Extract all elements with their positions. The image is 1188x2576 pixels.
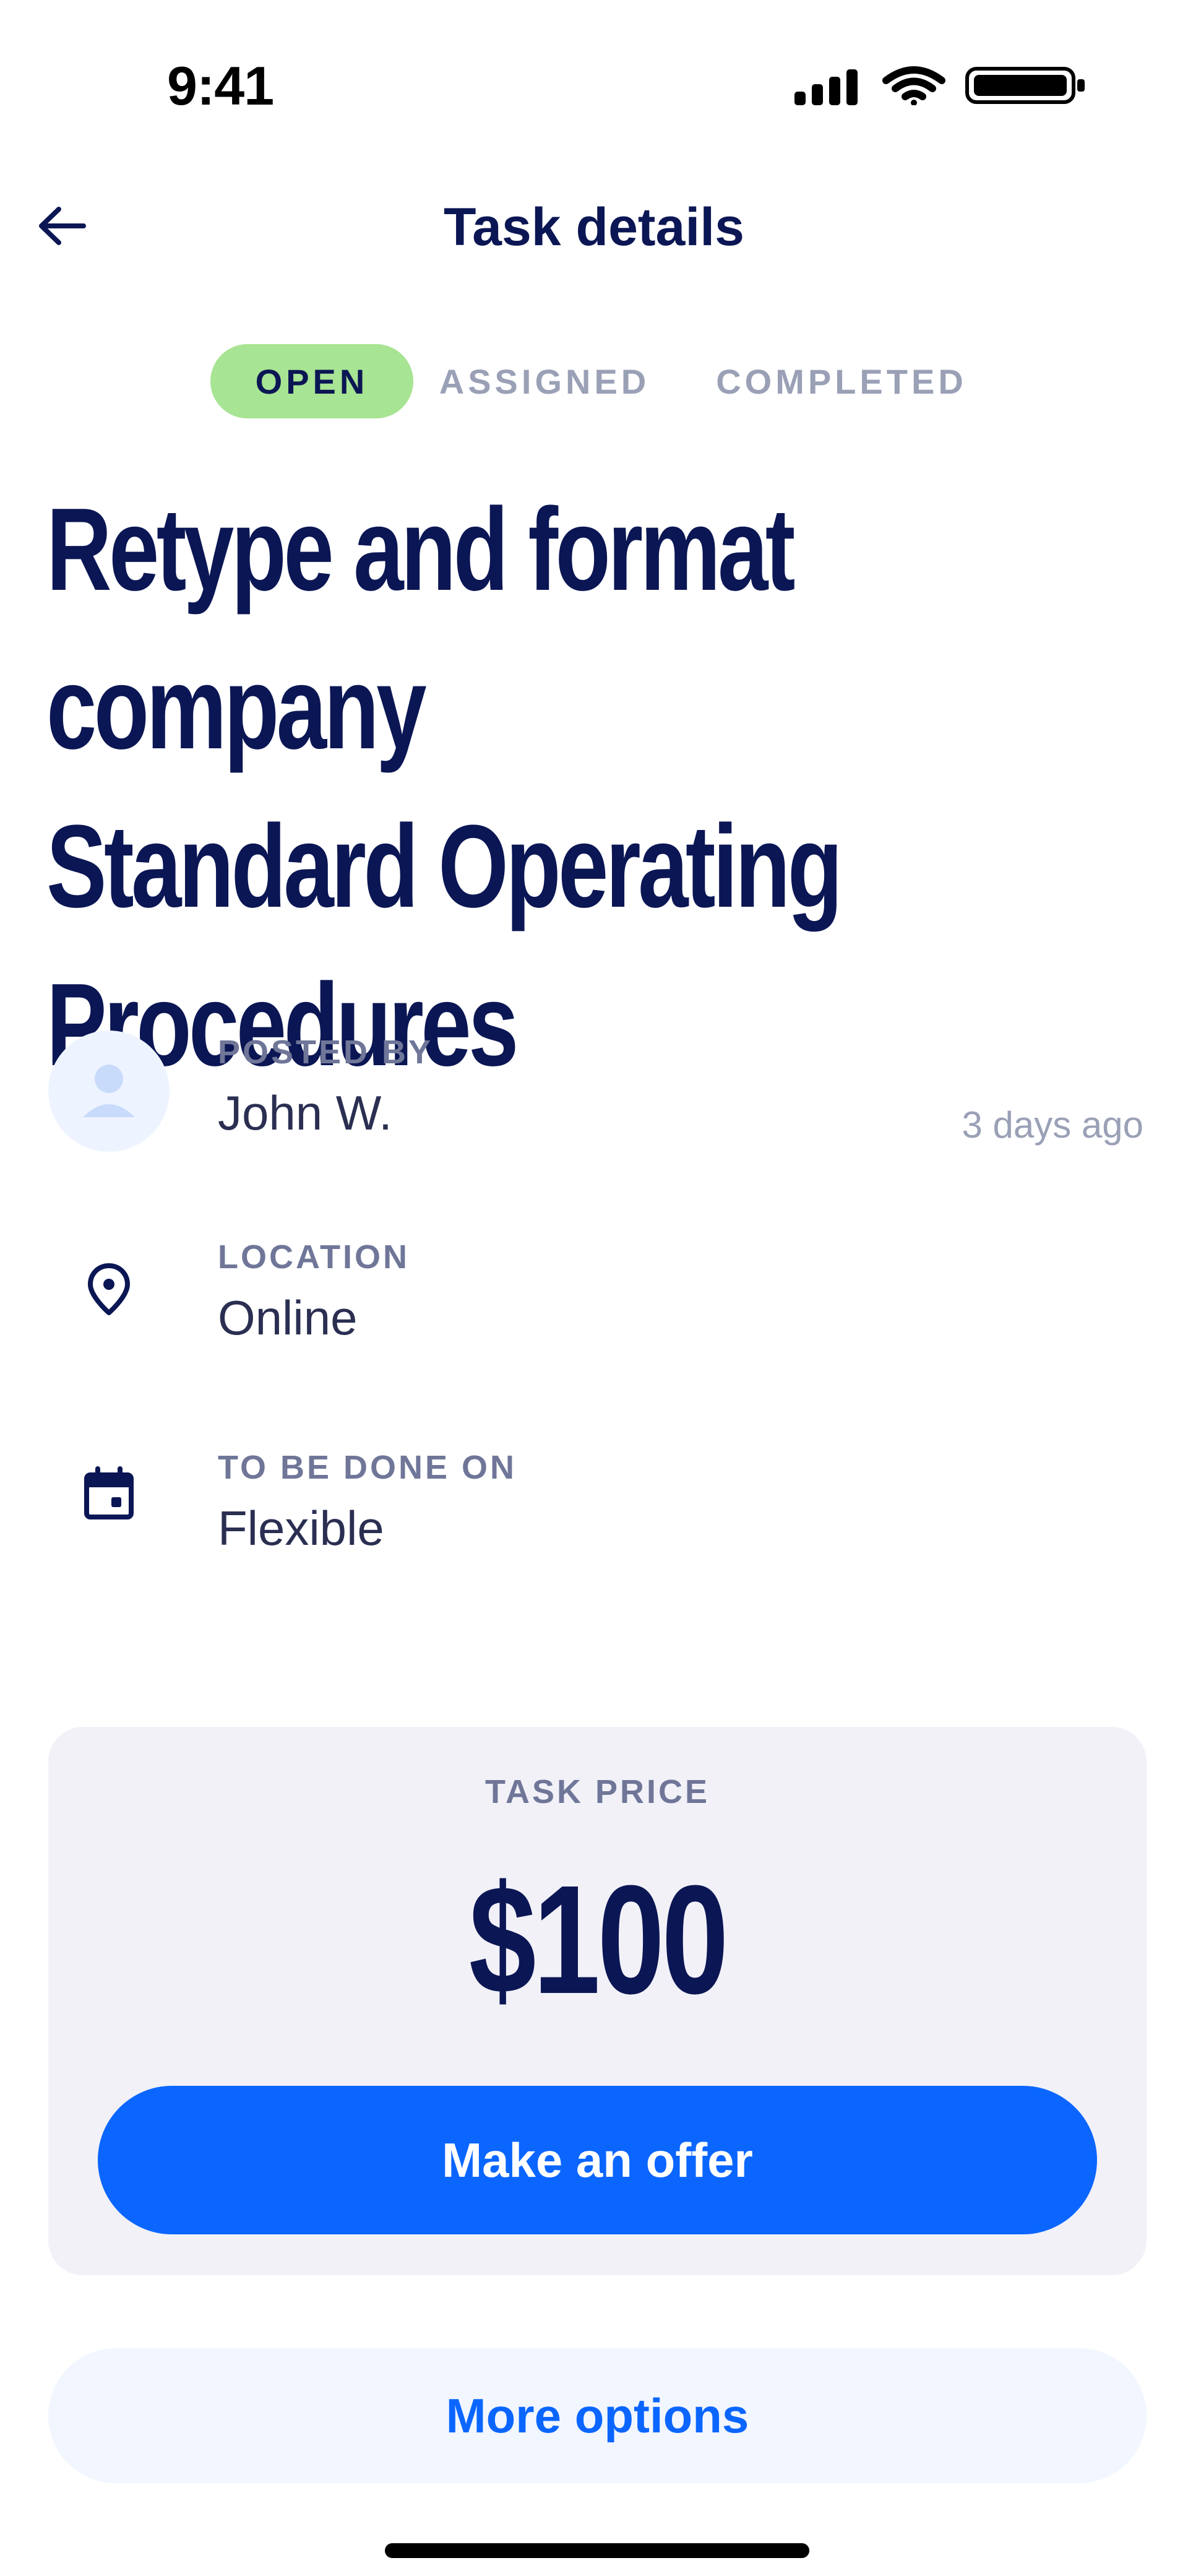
cellular-signal-icon <box>794 66 863 105</box>
due-date-value: Flexible <box>218 1501 384 1555</box>
task-price-label: TASK PRICE <box>484 1773 710 1810</box>
status-tab-completed[interactable]: COMPLETED <box>715 344 968 418</box>
user-placeholder-icon <box>83 1065 135 1117</box>
make-offer-button[interactable]: Make an offer <box>98 2086 1097 2234</box>
due-date-label: TO BE DONE ON <box>218 1449 517 1486</box>
task-status-tabs: OPEN ASSIGNED COMPLETED <box>0 344 1188 418</box>
posted-by-label: POSTED BY <box>218 1034 434 1071</box>
task-price-card: TASK PRICE $100 Make an offer <box>48 1727 1147 2275</box>
status-tab-assigned[interactable]: ASSIGNED <box>439 344 650 418</box>
location-pin-icon <box>88 1263 130 1315</box>
status-time: 9:41 <box>167 55 274 116</box>
header: Task details <box>0 186 1188 272</box>
avatar <box>48 1031 170 1152</box>
status-tab-open[interactable]: OPEN <box>210 344 413 418</box>
posted-by-row: POSTED BY John W. 3 days ago <box>0 1031 1188 1160</box>
status-icons <box>794 66 1089 105</box>
page-title: Task details <box>444 197 744 257</box>
status-bar: 9:41 <box>0 0 1188 136</box>
more-options-button[interactable]: More options <box>48 2348 1147 2483</box>
task-title: Retype and format company Standard Opera… <box>46 484 843 1091</box>
posted-by-value: John W. <box>218 1086 392 1140</box>
location-row: LOCATION Online <box>0 1238 1188 1349</box>
due-date-row: TO BE DONE ON Flexible <box>0 1448 1188 1560</box>
location-label: LOCATION <box>218 1238 410 1276</box>
home-indicator <box>385 2543 809 2558</box>
battery-icon <box>965 67 1085 104</box>
task-price-value: $100 <box>468 1853 729 2026</box>
location-value: Online <box>218 1290 358 1345</box>
wifi-icon <box>882 66 945 105</box>
calendar-icon <box>84 1466 134 1519</box>
posted-time: 3 days ago <box>962 1104 1143 1146</box>
